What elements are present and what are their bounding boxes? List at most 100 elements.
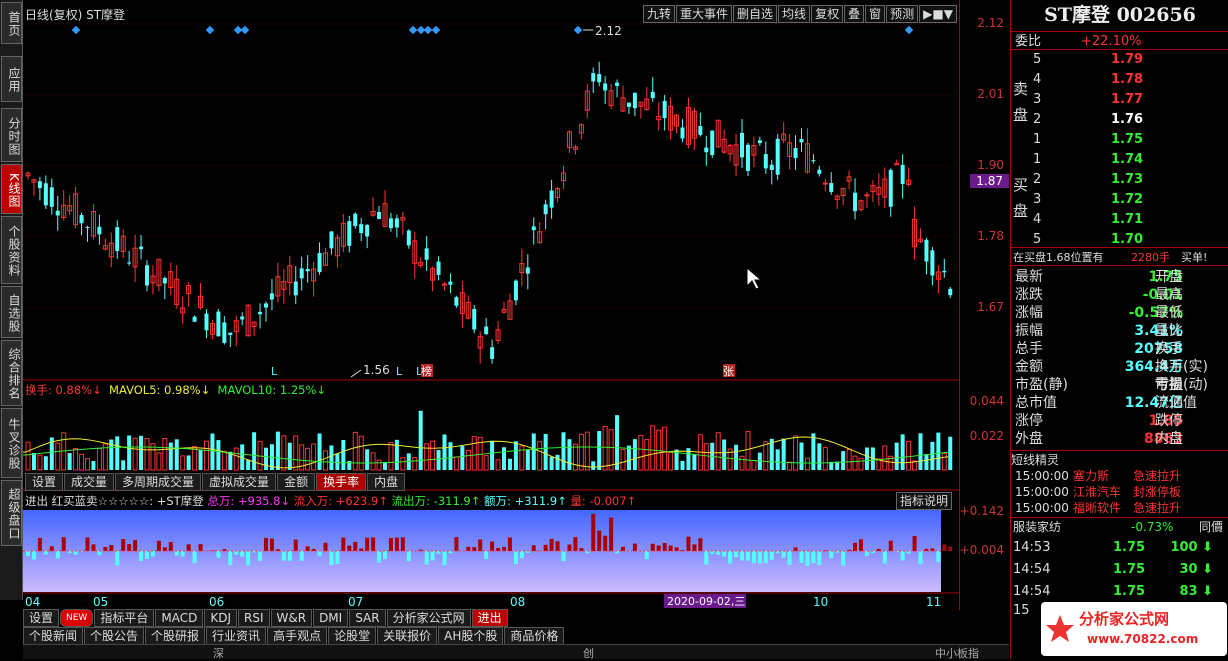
price-axis-label-2: 1.90 [977, 158, 1004, 172]
left-tab-1[interactable]: 应用 [1, 56, 22, 102]
sell-level-1[interactable]: 11.75 [1011, 130, 1228, 149]
stat-label-right: 市盈(动) [1155, 376, 1208, 395]
status-bar: 深 创 中小板指 [23, 644, 1009, 659]
volume-tab-2[interactable]: 多周期成交量 [115, 473, 201, 491]
indicator-tab-6[interactable]: W&R [271, 609, 313, 627]
elf-row-0[interactable]: 15:00:00塞力斯急速拉升 [1011, 468, 1228, 484]
indicator-tab-2[interactable]: 指标平台 [94, 609, 154, 627]
candle-body [163, 278, 167, 283]
watermark-star-icon [1045, 614, 1075, 644]
fund-bar [514, 551, 518, 564]
tick-time: 14:53 [1013, 538, 1050, 557]
indicator-tab-8[interactable]: SAR [349, 609, 385, 627]
indicator-tab-5[interactable]: RSI [238, 609, 270, 627]
sell-level-4[interactable]: 41.78 [1011, 70, 1228, 89]
left-tab-2[interactable]: 分时图 [1, 108, 22, 162]
volume-bar [175, 439, 179, 470]
volume-bar [585, 432, 589, 470]
candle-body [550, 191, 554, 208]
info-tab-7[interactable]: AH股个股 [438, 627, 503, 645]
mouse-cursor-icon [747, 268, 761, 289]
info-tab-4[interactable]: 高手观点 [267, 627, 327, 645]
fund-bar [853, 543, 857, 551]
candle-body [300, 268, 304, 278]
stat-label-right: 最高 [1155, 286, 1183, 305]
candle-body [389, 218, 393, 228]
left-tab-0[interactable]: 首页 [1, 2, 22, 44]
candle-body [603, 84, 607, 91]
sell-level-3[interactable]: 31.77 [1011, 90, 1228, 109]
candle-body [663, 101, 667, 118]
sector-row[interactable]: 服装家纺 -0.73% 同價 [1011, 517, 1228, 536]
fund-bar [502, 547, 506, 551]
indicator-help-button[interactable]: 指标说明 [896, 492, 952, 510]
volume-tab-4[interactable]: 金额 [277, 473, 315, 491]
volume-bar [805, 458, 809, 470]
candle-body [794, 148, 798, 158]
volume-tab-0[interactable]: 设置 [25, 473, 63, 491]
volume-tab-1[interactable]: 成交量 [64, 473, 114, 491]
sell-level-2[interactable]: 21.76 [1011, 110, 1228, 129]
volume-bar [353, 432, 357, 470]
volume-bar [413, 458, 417, 470]
info-tab-3[interactable]: 行业资讯 [206, 627, 266, 645]
buy-level-num: 3 [1033, 190, 1041, 209]
fund-bar [169, 542, 173, 551]
elf-event: 急速拉升 [1133, 500, 1181, 516]
volume-tab-3[interactable]: 虚拟成交量 [202, 473, 276, 491]
buy-level-2[interactable]: 21.73 [1011, 170, 1228, 189]
info-tab-0[interactable]: 个股新闻 [23, 627, 83, 645]
fund-bar [318, 551, 322, 556]
chart-area[interactable]: 日线(复权) ST摩登 九转重大事件删自选均线复权叠窗预测▶■▼ 2.121.5… [23, 0, 959, 610]
volume-tab-6[interactable]: 内盘 [367, 473, 405, 491]
left-tab-5[interactable]: 自选股 [1, 286, 22, 338]
sell-level-5[interactable]: 51.79 [1011, 50, 1228, 69]
info-tab-1[interactable]: 个股公告 [84, 627, 144, 645]
volume-bar [669, 452, 673, 470]
left-tab-7[interactable]: 牛叉诊股 [1, 408, 22, 478]
indicator-tab-7[interactable]: DMI [313, 609, 348, 627]
indicator-tab-4[interactable]: KDJ [204, 609, 237, 627]
elf-row-2[interactable]: 15:00:00福晰软件急速拉升 [1011, 500, 1228, 516]
fund-bar [294, 540, 298, 551]
stat-label-right: 内盘 [1155, 430, 1183, 449]
buy-level-4[interactable]: 41.71 [1011, 210, 1228, 229]
fund-bar [139, 551, 143, 561]
candle-body [216, 312, 220, 337]
indicator-tab-10[interactable]: 进出 [472, 609, 508, 627]
mavol10-value: MAVOL10: 1.25%↓ [218, 383, 327, 397]
indicator-tab-3[interactable]: MACD [155, 609, 203, 627]
fund-indicator-line: 进出 红买蓝卖☆☆☆☆☆: +ST摩登 总万: +935.8↓ 流入万: +62… [25, 493, 636, 509]
info-tab-8[interactable]: 商品价格 [504, 627, 564, 645]
sell-price: 1.78 [1111, 70, 1143, 89]
info-tab-5[interactable]: 论股堂 [328, 627, 376, 645]
left-tab-4[interactable]: 个股资料 [1, 216, 22, 284]
buy-level-3[interactable]: 31.72 [1011, 190, 1228, 209]
volume-bar [115, 436, 119, 470]
stat-row-0: 最新1.75开盘 [1011, 268, 1228, 287]
stat-label: 总市值 [1015, 394, 1057, 413]
kline-chart[interactable]: 2.121.56LLL榜张040506070810112020-09-02,三 [23, 0, 959, 610]
fund-bar [86, 537, 90, 551]
indicator-tab-0[interactable]: 设置 [23, 609, 59, 627]
indicator-tab-9[interactable]: 分析家公式网 [387, 609, 471, 627]
quote-panel: ST摩登 002656 委比 +22.10% 卖盘 51.7941.7831.7… [1010, 0, 1228, 659]
volume-bars [26, 411, 952, 470]
info-tab-2[interactable]: 个股研报 [145, 627, 205, 645]
low-annot-line [351, 370, 361, 377]
candle-body [770, 165, 774, 170]
fund-bar [38, 538, 42, 551]
volume-tab-5[interactable]: 换手率 [316, 473, 366, 491]
left-tab-3[interactable]: K线图 [1, 164, 22, 214]
indicator-tab-1[interactable]: NEW [60, 609, 93, 627]
fund-bar [341, 538, 345, 551]
event-marker-4 [409, 26, 417, 34]
info-tab-6[interactable]: 关联报价 [377, 627, 437, 645]
volume-bar [264, 448, 268, 470]
fund-bar [686, 537, 690, 551]
left-tab-6[interactable]: 综合排名 [1, 340, 22, 406]
left-tab-8[interactable]: 超级盘口 [1, 480, 22, 546]
buy-level-1[interactable]: 11.74 [1011, 150, 1228, 169]
sell-level-num: 3 [1033, 90, 1041, 109]
elf-row-1[interactable]: 15:00:00江淮汽车封涨停板 [1011, 484, 1228, 500]
